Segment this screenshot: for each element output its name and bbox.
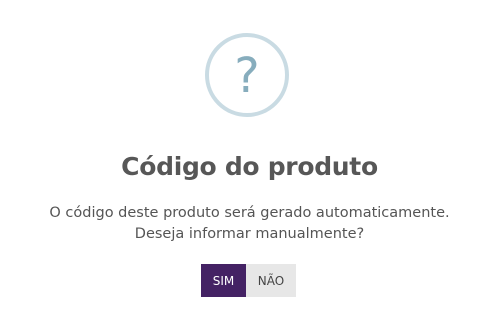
dialog-actions: SIM NÃO [201, 264, 296, 297]
question-mark-glyph: ? [234, 48, 260, 104]
dialog-message-line-1: O código deste produto será gerado autom… [49, 205, 450, 221]
question-mark-icon: ? [205, 33, 289, 117]
yes-button[interactable]: SIM [201, 264, 246, 297]
no-button[interactable]: NÃO [246, 264, 296, 297]
dialog-message-line-2: Deseja informar manualmente? [134, 226, 365, 242]
dialog-message: O código deste produto será gerado autom… [0, 203, 499, 245]
confirm-dialog: ? Código do produto O código deste produ… [0, 0, 499, 314]
dialog-title: Código do produto [121, 152, 378, 181]
